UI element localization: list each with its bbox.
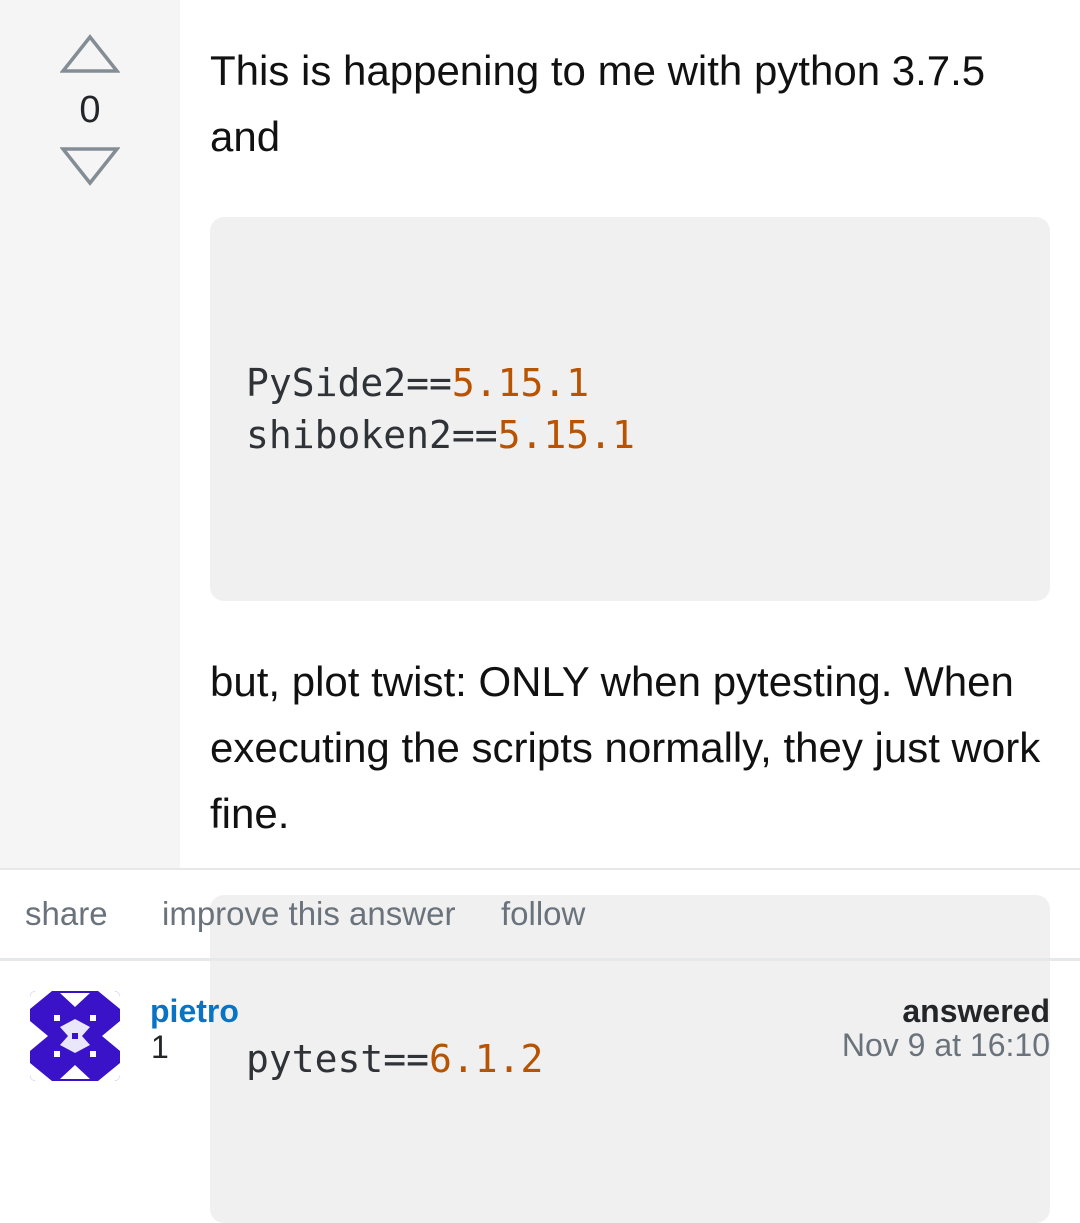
code-block: PySide2==5.15.1 shiboken2==5.15.1 xyxy=(210,217,1050,601)
user-card: pietro 1 answered Nov 9 at 16:10 xyxy=(0,961,1080,1098)
upvote-arrow-icon[interactable] xyxy=(59,34,121,74)
user-reputation: 1 xyxy=(151,1029,169,1065)
post-paragraph: This is happening to me with python 3.7.… xyxy=(210,47,986,160)
vote-count: 0 xyxy=(79,89,101,131)
code-package: shiboken2== xyxy=(246,413,498,457)
identicon-avatar-icon[interactable] xyxy=(30,991,120,1081)
share-link[interactable]: share xyxy=(25,894,108,934)
follow-link[interactable]: follow xyxy=(501,894,585,934)
answer-post: 0 This is happening to me with python 3.… xyxy=(0,0,1080,1223)
code-version: 5.15.1 xyxy=(451,361,590,405)
post-paragraph: but, plot twist: ONLY when pytesting. Wh… xyxy=(210,658,1041,837)
vote-column: 0 xyxy=(0,0,180,868)
code-line: shiboken2==5.15.1 xyxy=(246,409,1014,461)
code-package: PySide2== xyxy=(246,361,452,405)
downvote-arrow-icon[interactable] xyxy=(59,146,121,186)
user-name-link[interactable]: pietro xyxy=(150,991,239,1031)
answered-date[interactable]: Nov 9 at 16:10 xyxy=(842,1025,1050,1065)
post-menu: share improve this answer follow xyxy=(0,870,1080,958)
improve-answer-link[interactable]: improve this answer xyxy=(162,894,455,934)
code-version: 5.15.1 xyxy=(497,413,635,457)
code-line: PySide2==5.15.1 xyxy=(246,357,1014,409)
